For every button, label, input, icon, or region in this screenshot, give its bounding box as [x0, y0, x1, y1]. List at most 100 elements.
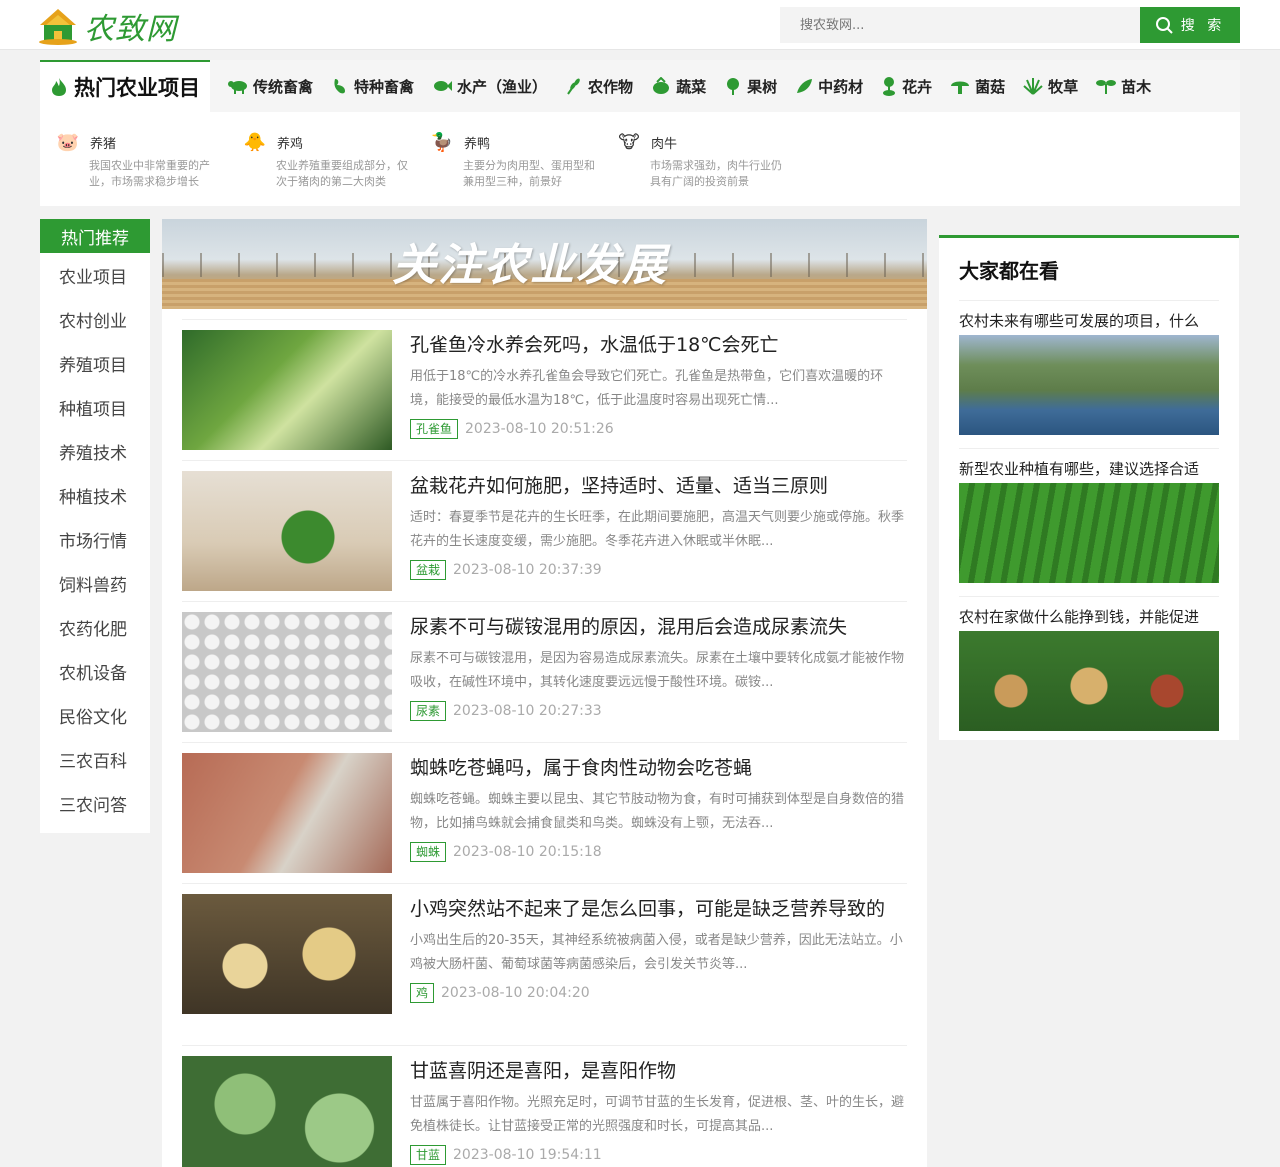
article-title[interactable]: 甘蓝喜阴还是喜阳，是喜阳作物: [410, 1056, 907, 1087]
fruit-tree-icon: [724, 77, 742, 95]
seedling-icon: [1096, 77, 1117, 95]
chick-icon: 🐥: [243, 131, 267, 153]
vegetable-icon: [651, 77, 671, 95]
banner-text: 关注农业发展: [392, 240, 668, 291]
flower-icon: [881, 76, 897, 96]
search-button-label: 搜 索: [1180, 18, 1226, 34]
category-item-crops[interactable]: 农作物: [565, 76, 633, 97]
article-item: 孔雀鱼冷水养会死吗，水温低于18℃会死亡 用低于18℃的冷水养孔雀鱼会导致它们死…: [182, 319, 907, 460]
category-item-forage-grass[interactable]: 牧草: [1023, 76, 1078, 97]
popular-item[interactable]: 农村在家做什么能挣到钱，并能促进: [959, 596, 1219, 744]
subcategory-beef-cattle[interactable]: 🐮 肉牛 市场需求强劲，肉牛行业仍具有广阔的投资前景: [617, 130, 804, 190]
popular-item[interactable]: 新型农业种植有哪些，建议选择合适: [959, 448, 1219, 596]
article-thumbnail[interactable]: [182, 1056, 392, 1167]
sidebar-item[interactable]: 农村创业: [40, 297, 150, 341]
article-thumbnail[interactable]: [182, 330, 392, 450]
article-title[interactable]: 尿素不可与碳铵混用的原因，混用后会造成尿素流失: [410, 612, 907, 643]
article-thumbnail[interactable]: [182, 471, 392, 591]
category-section: 热门农业项目 传统畜禽 特种畜禽 水产（渔业） 农作物 蔬菜 果树 中药材 花卉…: [40, 60, 1240, 206]
site-logo[interactable]: 农致网: [38, 6, 177, 47]
article-title[interactable]: 蜘蛛吃苍蝇吗，属于食肉性动物会吃苍蝇: [410, 753, 907, 784]
article-tag[interactable]: 盆栽: [410, 560, 447, 580]
category-item-aquaculture[interactable]: 水产（渔业）: [432, 76, 547, 97]
article-time: 2023-08-10 20:51:26: [465, 421, 614, 437]
sidebar-item[interactable]: 民俗文化: [40, 693, 150, 737]
sidebar-item[interactable]: 农业项目: [40, 253, 150, 297]
popular-item-image: [959, 335, 1219, 435]
article-tag[interactable]: 甘蓝: [410, 1145, 447, 1165]
popular-item-image: [959, 483, 1219, 583]
article-title[interactable]: 盆栽花卉如何施肥，坚持适时、适量、适当三原则: [410, 471, 907, 502]
article-time: 2023-08-10 19:54:11: [453, 1147, 602, 1163]
sidebar-item[interactable]: 饲料兽药: [40, 561, 150, 605]
category-item-mushrooms[interactable]: 菌菇: [950, 76, 1005, 97]
house-logo-icon: [38, 7, 78, 45]
article-list: 孔雀鱼冷水养会死吗，水温低于18℃会死亡 用低于18℃的冷水养孔雀鱼会导致它们死…: [162, 309, 927, 1167]
logo-text: 农致网: [84, 12, 177, 47]
article-summary: 小鸡出生后的20-35天，其神经系统被病菌入侵，或者是缺少营养，因此无法站立。小…: [410, 933, 903, 972]
article-summary: 适时：春夏季节是花卉的生长旺季，在此期间要施肥，高温天气则要少施或停施。秋季花卉…: [410, 510, 905, 549]
sidebar-item[interactable]: 养殖技术: [40, 429, 150, 473]
flame-icon: [50, 77, 68, 97]
category-item-traditional-livestock[interactable]: 传统畜禽: [228, 76, 313, 97]
search-bar: 搜 索: [780, 7, 1240, 43]
sidebar-item[interactable]: 农药化肥: [40, 605, 150, 649]
article-time: 2023-08-10 20:27:33: [453, 703, 602, 719]
popular-item-title: 农村未来有哪些可发展的项目，什么: [959, 312, 1200, 330]
sidebar-item[interactable]: 农机设备: [40, 649, 150, 693]
sidebar-item[interactable]: 种植项目: [40, 385, 150, 429]
duck-icon: 🦆: [430, 131, 454, 153]
category-item-herbs[interactable]: 中药材: [795, 76, 863, 97]
search-button[interactable]: 搜 索: [1140, 7, 1240, 43]
banner[interactable]: 关注农业发展: [162, 219, 927, 309]
article-tag[interactable]: 尿素: [410, 701, 447, 721]
popular-item[interactable]: 农村未来有哪些可发展的项目，什么: [959, 300, 1219, 448]
herb-icon: [795, 77, 813, 95]
article-title[interactable]: 孔雀鱼冷水养会死吗，水温低于18℃会死亡: [410, 330, 907, 361]
category-item-seedlings[interactable]: 苗木: [1096, 76, 1151, 97]
article-thumbnail[interactable]: [182, 753, 392, 873]
popular-panel-title: 大家都在看: [959, 259, 1059, 283]
article-title[interactable]: 小鸡突然站不起来了是怎么回事，可能是缺乏营养导致的: [410, 894, 907, 925]
article-item: 盆栽花卉如何施肥，坚持适时、适量、适当三原则 适时：春夏季节是花卉的生长旺季，在…: [182, 460, 907, 601]
grass-icon: [1023, 77, 1043, 95]
category-item-vegetables[interactable]: 蔬菜: [651, 76, 706, 97]
category-item-flowers[interactable]: 花卉: [881, 76, 932, 97]
sidebar-item[interactable]: 种植技术: [40, 473, 150, 517]
search-input[interactable]: [780, 7, 1140, 43]
grain-icon: [565, 77, 583, 95]
popular-item-image: [959, 631, 1219, 731]
cow-icon: [228, 78, 248, 94]
sidebar-item[interactable]: 三农问答: [40, 781, 150, 825]
category-nav: 热门农业项目 传统畜禽 特种畜禽 水产（渔业） 农作物 蔬菜 果树 中药材 花卉…: [40, 60, 1240, 112]
article-item: 甘蓝喜阴还是喜阳，是喜阳作物 甘蓝属于喜阳作物。光照充足时，可调节甘蓝的生长发育…: [182, 1045, 907, 1167]
sidebar-item[interactable]: 三农百科: [40, 737, 150, 781]
main-content: 关注农业发展 孔雀鱼冷水养会死吗，水温低于18℃会死亡 用低于18℃的冷水养孔雀…: [162, 219, 927, 1167]
article-tag[interactable]: 鸡: [410, 983, 435, 1003]
popular-item-title: 农村在家做什么能挣到钱，并能促进: [959, 608, 1200, 626]
category-item-fruit-trees[interactable]: 果树: [724, 76, 777, 97]
article-summary: 甘蓝属于喜阳作物。光照充足时，可调节甘蓝的生长发育，促进根、茎、叶的生长，避免植…: [410, 1095, 905, 1134]
sidebar-item[interactable]: 市场行情: [40, 517, 150, 561]
search-icon: [1155, 16, 1173, 34]
site-header: 农致网 搜 索: [0, 0, 1280, 50]
article-tag[interactable]: 孔雀鱼: [410, 419, 459, 439]
hot-projects-title: 热门农业项目: [40, 60, 210, 112]
popular-panel: 大家都在看 农村未来有哪些可发展的项目，什么 新型农业种植有哪些，建议选择合适 …: [939, 235, 1239, 740]
sidebar-title: 热门推荐: [40, 219, 150, 253]
mushroom-icon: [950, 77, 970, 95]
sidebar-item[interactable]: 养殖项目: [40, 341, 150, 385]
subcategory-list: 🐷 养猪 我国农业中非常重要的产业，市场需求稳步增长 🐥 养鸡 农业养殖重要组成部分…: [40, 112, 1240, 190]
article-tag[interactable]: 蜘蛛: [410, 842, 447, 862]
subcategory-chicken[interactable]: 🐥 养鸡 农业养殖重要组成部分，仅次于猪肉的第二大肉类: [243, 130, 430, 190]
article-thumbnail[interactable]: [182, 612, 392, 732]
article-summary: 蜘蛛吃苍蝇。蜘蛛主要以昆虫、其它节肢动物为食，有时可捕获到体型是自身数倍的猎物，…: [410, 792, 905, 831]
cow-face-icon: 🐮: [618, 131, 640, 153]
subcategory-duck[interactable]: 🦆 养鸭 主要分为肉用型、蛋用型和兼用型三种，前景好: [430, 130, 617, 190]
category-item-special-livestock[interactable]: 特种畜禽: [331, 76, 414, 97]
article-thumbnail[interactable]: [182, 894, 392, 1014]
article-item: 蜘蛛吃苍蝇吗，属于食肉性动物会吃苍蝇 蜘蛛吃苍蝇。蜘蛛主要以昆虫、其它节肢动物为…: [182, 742, 907, 883]
subcategory-pig[interactable]: 🐷 养猪 我国农业中非常重要的产业，市场需求稳步增长: [56, 130, 243, 190]
article-time: 2023-08-10 20:15:18: [453, 844, 602, 860]
article-summary: 尿素不可与碳铵混用，是因为容易造成尿素流失。尿素在土壤中要转化成氨才能被作物吸收…: [410, 651, 905, 690]
